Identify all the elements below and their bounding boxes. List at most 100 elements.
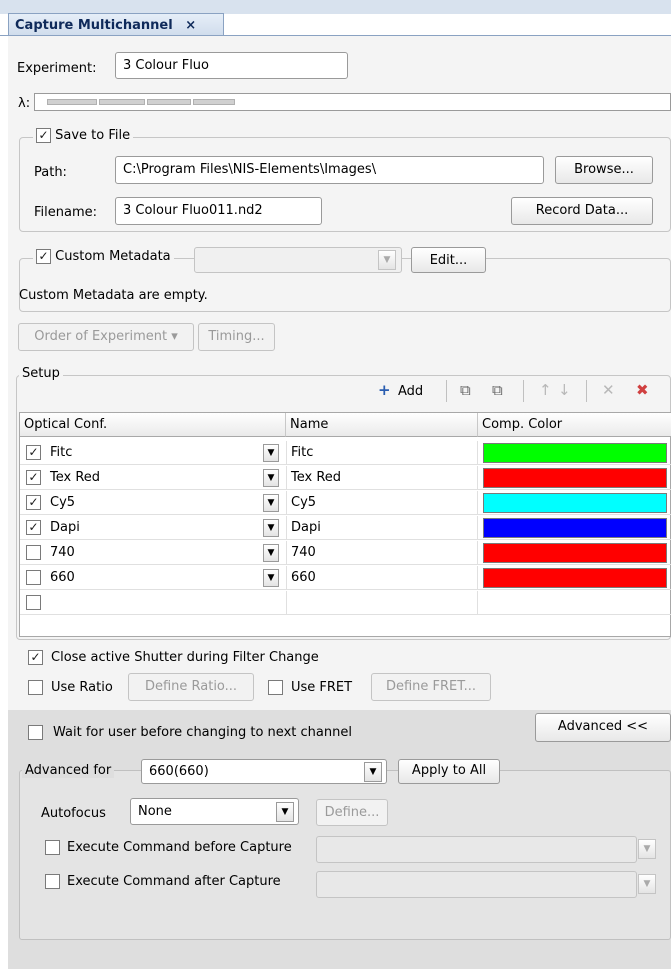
order-of-experiment-button[interactable]: Order of Experiment ▾ — [18, 323, 194, 351]
table-row[interactable]: ✓ Fitc ▼ Fitc — [20, 441, 671, 465]
chevron-down-icon[interactable]: ▼ — [276, 802, 294, 822]
table-row[interactable]: ✓ Tex Red ▼ Tex Red — [20, 466, 671, 490]
define-ratio-button[interactable]: Define Ratio... — [128, 673, 254, 701]
save-to-file-checkbox[interactable]: ✓ — [36, 128, 51, 143]
lambda-label: λ: — [18, 96, 31, 111]
chevron-down-icon[interactable]: ▼ — [263, 544, 279, 562]
path-input[interactable]: C:\Program Files\NIS-Elements\Images\ — [115, 156, 544, 184]
color-swatch[interactable] — [483, 568, 667, 588]
color-swatch[interactable] — [483, 518, 667, 538]
apply-to-all-button[interactable]: Apply to All — [398, 759, 500, 784]
use-ratio-checkbox[interactable] — [28, 680, 43, 695]
chevron-down-icon[interactable]: ▼ — [263, 494, 279, 512]
table-row[interactable]: ✓ Dapi ▼ Dapi — [20, 516, 671, 540]
exec-before-input[interactable] — [316, 836, 637, 863]
use-ratio-label: Use Ratio — [51, 680, 113, 695]
row-checkbox[interactable]: ✓ — [26, 495, 41, 510]
advanced-for-select[interactable]: 660(660) — [141, 759, 387, 784]
column-header-optical-conf[interactable]: Optical Conf. — [20, 413, 286, 437]
color-swatch[interactable] — [483, 468, 667, 488]
copy-config-icon[interactable]: ⧉ — [460, 381, 471, 399]
setup-legend: Setup — [19, 366, 63, 381]
define-autofocus-button[interactable]: Define... — [316, 799, 388, 826]
chevron-down-icon[interactable]: ▼ — [638, 839, 656, 859]
close-shutter-checkbox[interactable]: ✓ — [28, 650, 43, 665]
row-checkbox[interactable] — [26, 595, 41, 610]
table-row-empty[interactable] — [20, 591, 671, 615]
optical-conf-cell[interactable]: 740 — [46, 541, 286, 565]
filename-input[interactable]: 3 Colour Fluo011.nd2 — [115, 197, 322, 225]
metadata-template-select — [194, 247, 402, 273]
column-header-comp-color[interactable]: Comp. Color — [478, 413, 671, 437]
toolbar-divider — [523, 380, 524, 402]
row-checkbox[interactable]: ✓ — [26, 520, 41, 535]
name-cell[interactable]: 740 — [286, 541, 478, 565]
lambda-segment — [193, 99, 235, 105]
lambda-segment — [147, 99, 191, 105]
name-cell[interactable]: 660 — [286, 566, 478, 590]
delete-icon[interactable]: ✕ — [602, 381, 615, 399]
optical-conf-cell[interactable]: 660 — [46, 566, 286, 590]
advanced-toggle-button[interactable]: Advanced << — [535, 713, 671, 742]
chevron-down-icon[interactable]: ▼ — [263, 519, 279, 537]
save-to-file-label: Save to File — [55, 128, 131, 143]
toolbar-divider — [446, 380, 447, 402]
color-swatch[interactable] — [483, 493, 667, 513]
filename-label: Filename: — [34, 205, 98, 220]
exec-before-checkbox[interactable] — [45, 840, 60, 855]
table-row[interactable]: ✓ Cy5 ▼ Cy5 — [20, 491, 671, 515]
name-cell[interactable]: Tex Red — [286, 466, 478, 490]
duplicate-config-icon[interactable]: ⧉ — [492, 381, 503, 399]
exec-after-checkbox[interactable] — [45, 874, 60, 889]
chevron-down-icon[interactable]: ▼ — [364, 762, 382, 782]
chevron-down-icon[interactable]: ▼ — [263, 444, 279, 462]
experiment-input[interactable]: 3 Colour Fluo — [115, 52, 348, 79]
tab-capture-multichannel[interactable]: Capture Multichannel × — [8, 13, 224, 36]
wait-for-user-checkbox[interactable] — [28, 725, 43, 740]
move-down-icon[interactable]: ↓ — [558, 381, 571, 399]
autofocus-label: Autofocus — [41, 806, 106, 821]
define-fret-button[interactable]: Define FRET... — [371, 673, 491, 701]
close-icon[interactable]: × — [185, 18, 196, 33]
autofocus-select[interactable]: None — [130, 798, 299, 825]
chevron-down-icon[interactable]: ▼ — [638, 874, 656, 894]
optical-conf-cell[interactable]: Fitc — [46, 441, 286, 465]
row-checkbox[interactable] — [26, 545, 41, 560]
title-strip — [0, 0, 671, 14]
optical-conf-cell[interactable]: Cy5 — [46, 491, 286, 515]
delete-all-icon[interactable]: ✖ — [636, 381, 649, 399]
lambda-segment — [47, 99, 97, 105]
table-row[interactable]: 740 ▼ 740 — [20, 541, 671, 565]
name-cell[interactable]: Fitc — [286, 441, 478, 465]
add-icon[interactable]: + — [378, 381, 391, 399]
advanced-for-label: Advanced for — [22, 763, 115, 778]
column-header-name[interactable]: Name — [286, 413, 478, 437]
row-checkbox[interactable]: ✓ — [26, 470, 41, 485]
record-data-button[interactable]: Record Data... — [511, 197, 653, 225]
chevron-down-icon: ▼ — [378, 250, 396, 270]
use-fret-checkbox[interactable] — [268, 680, 283, 695]
edit-metadata-button[interactable]: Edit... — [411, 247, 486, 273]
use-fret-label: Use FRET — [291, 680, 353, 695]
row-checkbox[interactable]: ✓ — [26, 445, 41, 460]
move-up-icon[interactable]: ↑ — [539, 381, 552, 399]
custom-metadata-checkbox[interactable]: ✓ — [36, 249, 51, 264]
timing-button[interactable]: Timing... — [198, 323, 275, 351]
browse-button[interactable]: Browse... — [555, 156, 653, 184]
lambda-segment — [99, 99, 145, 105]
chevron-down-icon[interactable]: ▼ — [263, 469, 279, 487]
exec-after-label: Execute Command after Capture — [67, 874, 281, 889]
color-swatch[interactable] — [483, 443, 667, 463]
optical-conf-cell[interactable]: Tex Red — [46, 466, 286, 490]
metadata-status: Custom Metadata are empty. — [19, 288, 208, 303]
row-checkbox[interactable] — [26, 570, 41, 585]
chevron-down-icon[interactable]: ▼ — [263, 569, 279, 587]
lambda-bar[interactable] — [34, 93, 671, 111]
add-button-label[interactable]: Add — [398, 384, 423, 399]
color-swatch[interactable] — [483, 543, 667, 563]
optical-conf-cell[interactable]: Dapi — [46, 516, 286, 540]
table-row[interactable]: 660 ▼ 660 — [20, 566, 671, 590]
name-cell[interactable]: Dapi — [286, 516, 478, 540]
exec-after-input[interactable] — [316, 871, 637, 898]
name-cell[interactable]: Cy5 — [286, 491, 478, 515]
